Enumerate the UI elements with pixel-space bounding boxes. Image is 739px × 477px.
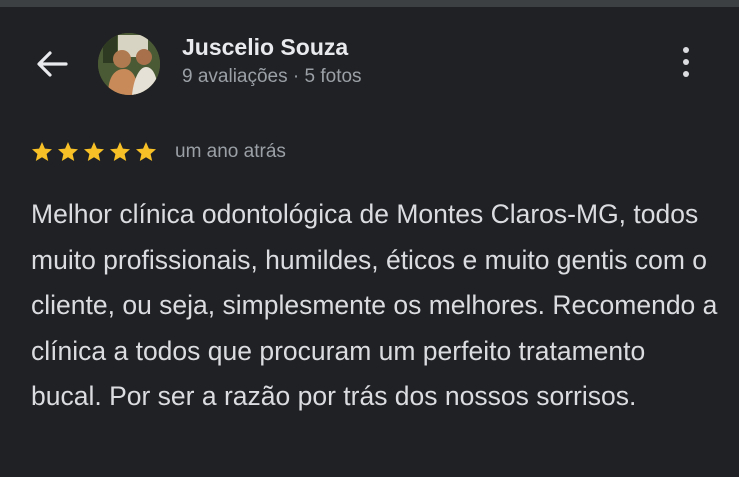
more-options-button[interactable] [668,40,704,84]
more-vert-icon-dot [683,59,689,65]
more-vert-icon [683,47,689,53]
review-time: um ano atrás [175,141,286,162]
star-icon [32,142,52,161]
arrow-left-icon [37,51,68,77]
star-icon [136,142,156,161]
star-icon [110,142,130,161]
reviewer-name[interactable]: Juscelio Souza [182,34,348,61]
back-button[interactable] [28,42,76,86]
reviewer-photo [98,33,160,95]
star-rating [30,140,158,164]
status-bar-edge [0,0,739,7]
more-vert-icon-dot [683,71,689,77]
star-icon [84,142,104,161]
review-text: Melhor clínica odontológica de Montes Cl… [31,199,718,411]
avatar[interactable] [98,33,160,95]
star-icon [58,142,78,161]
reviewer-meta: 9 avaliações · 5 fotos [182,66,362,87]
